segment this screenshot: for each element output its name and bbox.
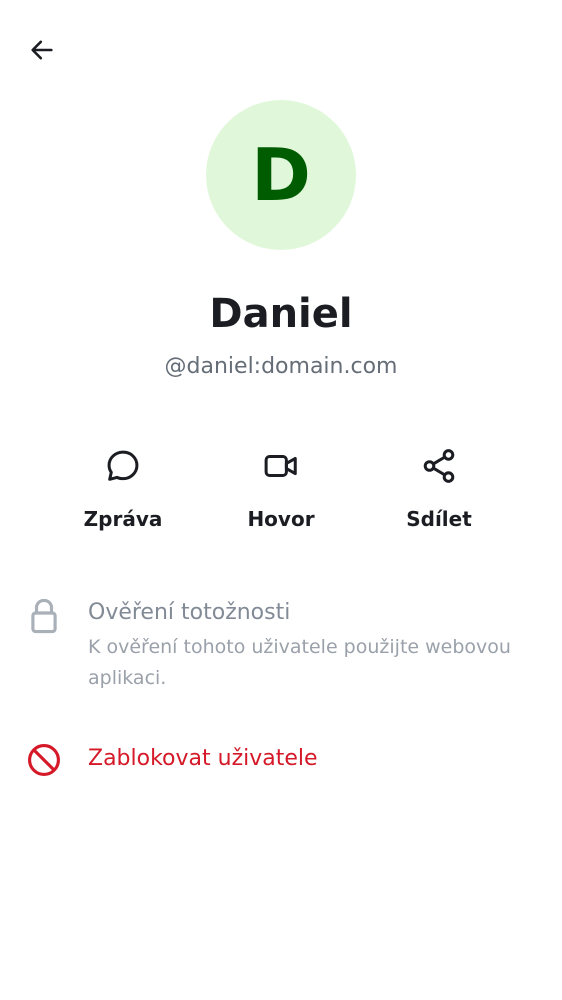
identity-verification-title: Ověření totožnosti — [88, 600, 291, 625]
identity-verification-description: K ověření tohoto uživatele použijte webo… — [88, 636, 511, 689]
video-camera-icon — [261, 440, 301, 492]
lock-icon — [31, 598, 57, 634]
arrow-left-icon — [31, 40, 53, 60]
avatar: D — [206, 100, 356, 250]
block-user-label: Zablokovat uživatele — [88, 746, 318, 771]
chat-bubble-icon — [103, 440, 143, 492]
avatar-initial: D — [251, 133, 311, 217]
profile-user-id: @daniel:domain.com — [164, 354, 398, 379]
profile-name: Daniel — [209, 291, 353, 337]
message-button[interactable]: Zpráva — [53, 440, 193, 544]
block-user-button[interactable]: Zablokovat uživatele — [0, 738, 562, 784]
call-button[interactable]: Hovor — [211, 440, 351, 544]
share-button[interactable]: Sdílet — [369, 440, 509, 544]
block-icon — [28, 744, 60, 776]
message-button-label: Zpráva — [83, 507, 163, 531]
share-icon — [419, 440, 459, 492]
user-profile-screen: D Daniel @daniel:domain.com Zpráva Hovor — [0, 0, 562, 1000]
back-button[interactable] — [20, 28, 64, 72]
call-button-label: Hovor — [247, 507, 315, 531]
share-button-label: Sdílet — [406, 507, 472, 531]
identity-verification-row: Ověření totožnosti K ověření tohoto uživ… — [0, 596, 562, 696]
action-row: Zpráva Hovor Sdílet — [0, 440, 562, 550]
